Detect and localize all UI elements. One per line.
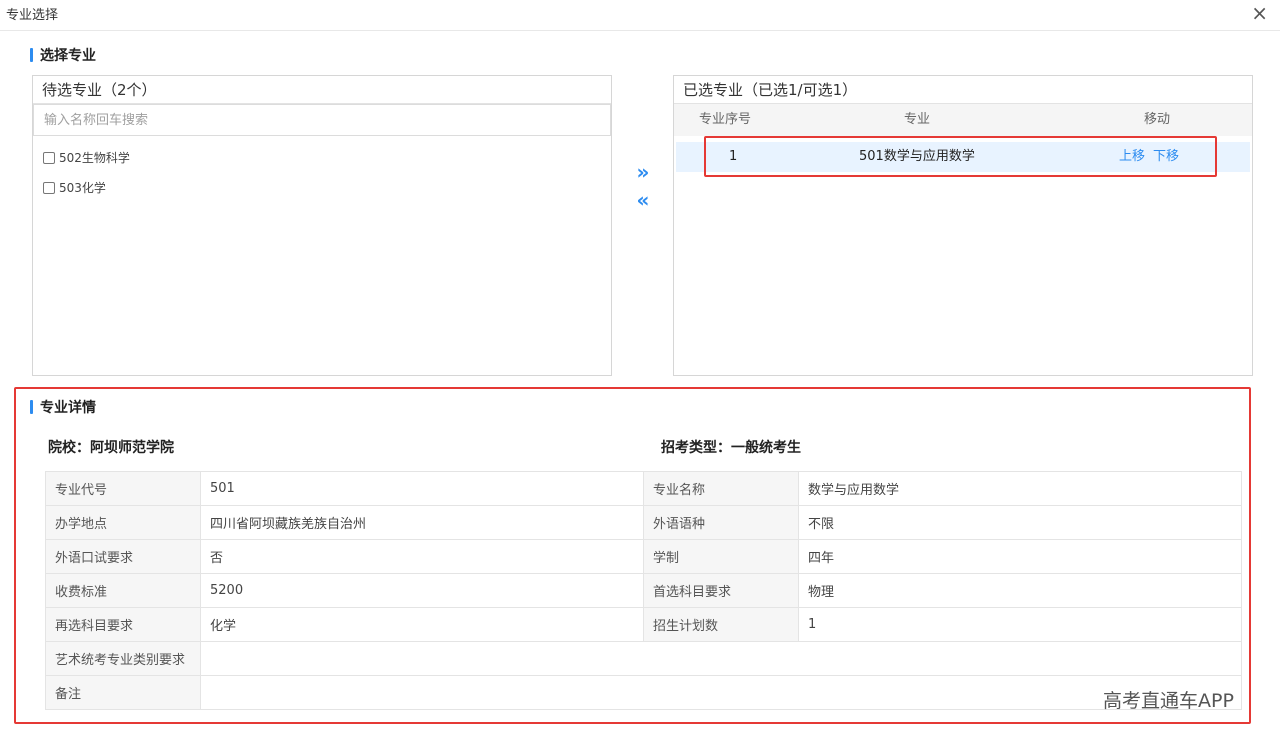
detail-section-title: 专业详情 <box>40 400 96 416</box>
school-label: 院校：阿坝师范学院 <box>48 440 174 456</box>
column-move-header: 移动 <box>1144 112 1171 127</box>
dialog-titlebar: 专业选择 × <box>0 0 1280 31</box>
detail-label: 学制 <box>643 539 799 574</box>
column-major-header: 专业 <box>904 112 931 127</box>
detail-label: 外语语种 <box>643 505 799 540</box>
column-index-header: 专业序号 <box>699 112 752 127</box>
checkbox[interactable] <box>43 151 55 164</box>
detail-value <box>200 641 1242 676</box>
detail-label: 备注 <box>45 675 201 710</box>
detail-value: 物理 <box>798 573 1242 608</box>
selected-panel-title: 已选专业（已选1/可选1） <box>674 76 1252 104</box>
selected-row-major: 501数学与应用数学 <box>859 149 975 164</box>
detail-value: 化学 <box>200 607 644 642</box>
section-accent-bar <box>30 400 33 414</box>
pending-panel-title: 待选专业（2个） <box>33 76 611 104</box>
detail-value: 否 <box>200 539 644 574</box>
select-section-title: 选择专业 <box>40 48 96 64</box>
selected-table-row[interactable]: 1 501数学与应用数学 上移 下移 <box>676 142 1250 172</box>
search-input[interactable] <box>33 104 611 136</box>
detail-label: 招生计划数 <box>643 607 799 642</box>
table-row: 外语口试要求 否 学制 四年 <box>45 539 1242 574</box>
detail-label: 办学地点 <box>45 505 201 540</box>
detail-label: 再选科目要求 <box>45 607 201 642</box>
detail-value: 501 <box>200 471 644 506</box>
detail-value: 数学与应用数学 <box>798 471 1242 506</box>
table-row: 再选科目要求 化学 招生计划数 1 <box>45 607 1242 642</box>
table-row: 艺术统考专业类别要求 <box>45 641 1242 676</box>
pending-item-label: 503化学 <box>59 181 106 195</box>
detail-label: 首选科目要求 <box>643 573 799 608</box>
detail-value: 5200 <box>200 573 644 608</box>
remove-from-selected-button[interactable]: « <box>632 190 654 210</box>
table-row: 办学地点 四川省阿坝藏族羌族自治州 外语语种 不限 <box>45 505 1242 540</box>
table-row: 收费标准 5200 首选科目要求 物理 <box>45 573 1242 608</box>
detail-label: 艺术统考专业类别要求 <box>45 641 201 676</box>
pending-majors-panel: 待选专业（2个） 502生物科学 503化学 <box>32 75 612 376</box>
pending-item-502[interactable]: 502生物科学 <box>43 149 130 166</box>
selected-row-index: 1 <box>729 149 738 164</box>
detail-section-heading: 专业详情 <box>30 397 96 417</box>
pending-item-label: 502生物科学 <box>59 151 130 165</box>
major-detail-table: 专业代号 501 专业名称 数学与应用数学 办学地点 四川省阿坝藏族羌族自治州 … <box>45 471 1242 710</box>
selected-table-header: 专业序号 专业 移动 <box>674 104 1252 136</box>
selected-majors-panel: 已选专业（已选1/可选1） 专业序号 专业 移动 1 501数学与应用数学 上移… <box>673 75 1253 376</box>
checkbox[interactable] <box>43 181 55 194</box>
watermark-text: 高考直通车APP <box>1103 690 1234 712</box>
dialog-title: 专业选择 <box>6 8 59 23</box>
detail-label: 专业名称 <box>643 471 799 506</box>
detail-value: 四川省阿坝藏族羌族自治州 <box>200 505 644 540</box>
detail-label: 专业代号 <box>45 471 201 506</box>
close-icon[interactable]: × <box>1251 3 1268 23</box>
section-accent-bar <box>30 48 33 62</box>
table-row: 专业代号 501 专业名称 数学与应用数学 <box>45 471 1242 506</box>
select-section-heading: 选择专业 <box>30 45 96 65</box>
add-to-selected-button[interactable]: » <box>632 162 654 182</box>
detail-value: 不限 <box>798 505 1242 540</box>
detail-value <box>200 675 1242 710</box>
move-up-link[interactable]: 上移 <box>1119 142 1145 172</box>
detail-value: 四年 <box>798 539 1242 574</box>
move-down-link[interactable]: 下移 <box>1153 142 1179 172</box>
pending-item-503[interactable]: 503化学 <box>43 179 106 196</box>
exam-type-label: 招考类型：一般统考生 <box>661 440 801 456</box>
detail-label: 收费标准 <box>45 573 201 608</box>
detail-label: 外语口试要求 <box>45 539 201 574</box>
table-row: 备注 <box>45 675 1242 710</box>
detail-value: 1 <box>798 607 1242 642</box>
